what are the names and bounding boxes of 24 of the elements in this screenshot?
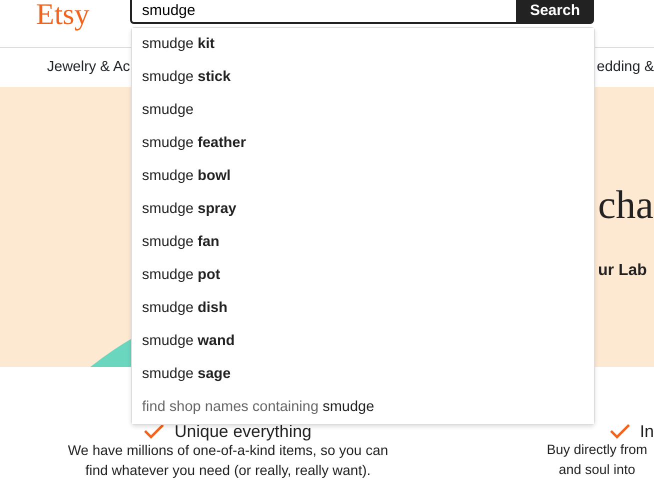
suggestion-item[interactable]: smudge spray <box>132 193 594 226</box>
feature-description: Buy directly from and soul into <box>546 441 648 479</box>
search-button[interactable]: Search <box>516 0 594 24</box>
shop-search-item[interactable]: find shop names containing smudge <box>132 391 594 424</box>
suggestion-item[interactable]: smudge feather <box>132 127 594 160</box>
feature-description: We have millions of one-of-a-kind items, so you can find whatever you need (or really, really want). <box>66 441 390 480</box>
feature-title: In <box>640 423 654 440</box>
checkmark-icon <box>610 424 630 439</box>
suggestion-item[interactable]: smudge dish <box>132 292 594 325</box>
feature-title: Unique everything <box>174 423 312 440</box>
suggestion-item[interactable]: smudge bowl <box>132 160 594 193</box>
search-field[interactable]: smudge <box>130 0 516 24</box>
hero-subtitle: ur Lab <box>598 261 648 281</box>
suggestion-item[interactable]: smudge pot <box>132 259 594 292</box>
hero-title: cha <box>598 185 654 225</box>
suggestion-item[interactable]: smudge kit <box>132 28 594 61</box>
suggestion-item[interactable]: smudge wand <box>132 325 594 358</box>
category-link[interactable]: Jewelry & Ac <box>47 56 130 78</box>
suggestion-item[interactable]: smudge <box>132 94 594 127</box>
suggestion-item[interactable]: smudge sage <box>132 358 594 391</box>
checkmark-icon <box>144 424 164 439</box>
suggestion-item[interactable]: smudge fan <box>132 226 594 259</box>
category-link[interactable]: edding & <box>596 56 654 78</box>
suggestion-item[interactable]: smudge stick <box>132 61 594 94</box>
